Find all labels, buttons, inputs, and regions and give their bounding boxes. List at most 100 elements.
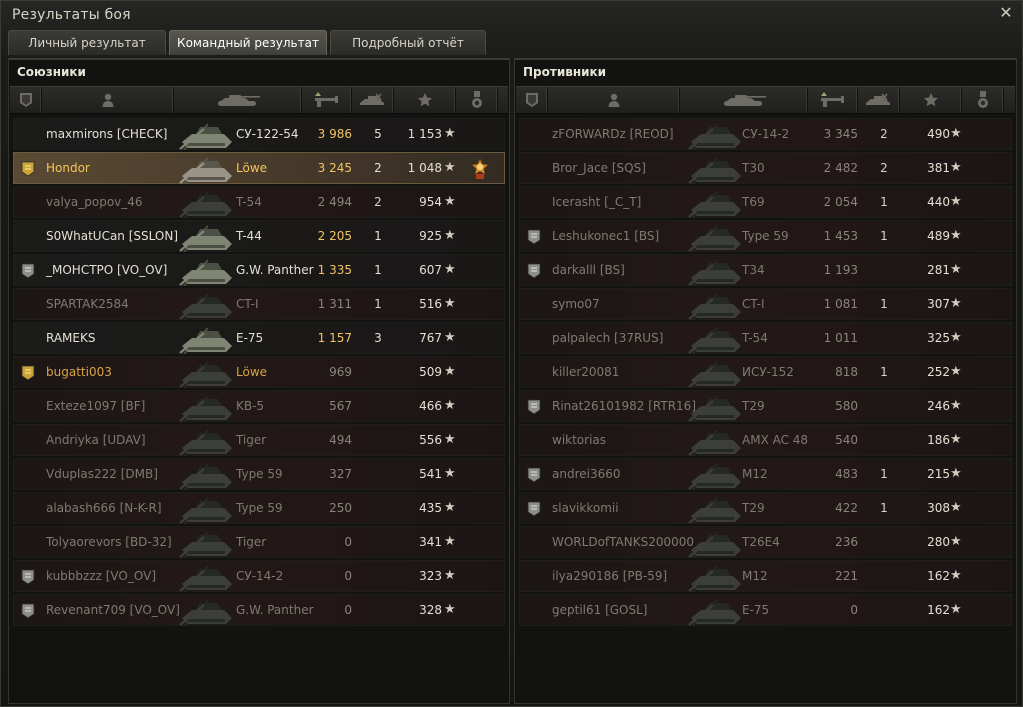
- enemy-player-row[interactable]: zFORWARDz [REOD] СУ-14-2 3 345 2 490 ★: [519, 118, 1012, 151]
- ally-player-row[interactable]: alabash666 [N-K-R] Type 59 250 435 ★: [13, 492, 505, 525]
- mastery-badge-icon: [527, 399, 541, 415]
- enemy-player-row[interactable]: darkalll [BS] T34 1 193 281 ★: [519, 254, 1012, 287]
- enemies-panel: Противники zFORWARDz [REOD] СУ-14-2 3 345 2…: [514, 58, 1017, 704]
- tab-personal-result[interactable]: Личный результат: [8, 30, 166, 55]
- allies-header-xp-star[interactable]: [394, 87, 456, 113]
- xp-value: 308: [927, 501, 950, 515]
- tank-image-icon: [178, 426, 236, 457]
- tank-name: CT-I: [742, 297, 765, 311]
- kills-value: 2: [880, 127, 888, 141]
- star-icon: ★: [444, 262, 456, 277]
- tank-name: T-44: [236, 229, 262, 243]
- close-icon[interactable]: ✕: [998, 5, 1014, 21]
- damage-value: 1 335: [317, 263, 352, 277]
- player-name: ilya290186 [PB-59]: [552, 569, 668, 583]
- damage-value: 1 311: [317, 297, 352, 311]
- enemies-header-medal[interactable]: [962, 87, 1004, 113]
- damage-value: 540: [835, 433, 858, 447]
- tab-bar: Личный результат Командный результат Под…: [8, 30, 489, 55]
- tank-image-icon: [687, 494, 745, 525]
- enemies-header-kills[interactable]: [858, 87, 900, 113]
- enemies-header-rank[interactable]: [516, 87, 548, 113]
- enemies-header-player[interactable]: [548, 87, 680, 113]
- ally-player-row[interactable]: valya_popov_46 T-54 2 494 2 954 ★: [13, 186, 505, 219]
- damage-value: 567: [329, 399, 352, 413]
- tank-image-icon: [178, 154, 236, 185]
- tank-name: AMX AC 48: [742, 433, 809, 447]
- tank-name: G.W. Panther: [236, 263, 314, 277]
- star-icon: ★: [950, 602, 962, 617]
- enemy-player-row[interactable]: killer20081 ИСУ-152 818 1 252 ★: [519, 356, 1012, 389]
- platoon-badge-icon: [21, 365, 35, 381]
- allies-header-tank[interactable]: [174, 87, 302, 113]
- enemy-player-row[interactable]: Rinat26101982 [RTR16] T29 580 246 ★: [519, 390, 1012, 423]
- xp-value: 162: [927, 569, 950, 583]
- ally-player-row[interactable]: Hondor Löwe 3 245 2 1 048 ★: [13, 152, 505, 185]
- enemy-player-row[interactable]: andrei3660 M12 483 1 215 ★: [519, 458, 1012, 491]
- ally-player-row[interactable]: Revenant709 [VO_OV] G.W. Panther 0 328 ★: [13, 594, 505, 627]
- ally-player-row[interactable]: Andriyka [UDAV] Tiger 494 556 ★: [13, 424, 505, 457]
- damage-value: 3 986: [317, 127, 352, 141]
- ally-player-row[interactable]: Tolyaorevors [BD-32] Tiger 0 341 ★: [13, 526, 505, 559]
- ally-player-row[interactable]: _MOHCTPO [VO_OV] G.W. Panther 1 335 1 607 ★: [13, 254, 505, 287]
- damage-value: 2 054: [823, 195, 858, 209]
- ally-player-row[interactable]: S0WhatUCan [SSLON] T-44 2 205 1 925 ★: [13, 220, 505, 253]
- enemy-player-row[interactable]: Leshukonec1 [BS] Type 59 1 453 1 489 ★: [519, 220, 1012, 253]
- xp-value: 541: [419, 467, 442, 481]
- enemy-player-row[interactable]: slavikkomii T29 422 1 308 ★: [519, 492, 1012, 525]
- tank-image-icon: [687, 324, 745, 355]
- tab-team-result[interactable]: Командный результат: [169, 30, 327, 55]
- xp-value: 252: [927, 365, 950, 379]
- allies-header-kills[interactable]: [352, 87, 394, 113]
- tank-image-icon: [178, 256, 236, 287]
- title-bar: Результаты боя ✕: [1, 1, 1022, 29]
- medal-icon[interactable]: [470, 158, 490, 180]
- star-icon: ★: [444, 330, 456, 345]
- player-name: valya_popov_46: [46, 195, 143, 209]
- damage-value: 2 205: [317, 229, 352, 243]
- tab-detailed-report[interactable]: Подробный отчёт: [330, 30, 486, 55]
- ally-player-row[interactable]: Exteze1097 [BF] KB-5 567 466 ★: [13, 390, 505, 423]
- tank-image-icon: [687, 290, 745, 321]
- enemies-header-tank[interactable]: [680, 87, 808, 113]
- mastery-badge-icon: [527, 263, 541, 279]
- damage-value: 2 482: [823, 161, 858, 175]
- tank-image-icon: [687, 596, 745, 627]
- enemy-player-row[interactable]: Bror_Jace [SQS] T30 2 482 2 381 ★: [519, 152, 1012, 185]
- enemy-player-row[interactable]: wiktorias AMX AC 48 540 186 ★: [519, 424, 1012, 457]
- enemies-header-damage[interactable]: [808, 87, 858, 113]
- player-name: zFORWARDz [REOD]: [552, 127, 674, 141]
- star-icon: ★: [444, 228, 456, 243]
- xp-value: 162: [927, 603, 950, 617]
- ally-player-row[interactable]: Vduplas222 [DMB] Type 59 327 541 ★: [13, 458, 505, 491]
- enemy-player-row[interactable]: Icerasht [_C_T] T69 2 054 1 440 ★: [519, 186, 1012, 219]
- enemy-player-row[interactable]: symo07 CT-I 1 081 1 307 ★: [519, 288, 1012, 321]
- damage-value: 969: [329, 365, 352, 379]
- xp-value: 280: [927, 535, 950, 549]
- ally-player-row[interactable]: SPARTAK2584 CT-I 1 311 1 516 ★: [13, 288, 505, 321]
- ally-player-row[interactable]: bugatti003 Löwe 969 509 ★: [13, 356, 505, 389]
- enemy-player-row[interactable]: ilya290186 [PB-59] M12 221 162 ★: [519, 560, 1012, 593]
- allies-header-player[interactable]: [42, 87, 174, 113]
- player-name: wiktorias: [552, 433, 607, 447]
- enemy-player-row[interactable]: geptil61 [GOSL] E-75 0 162 ★: [519, 594, 1012, 627]
- enemy-player-row[interactable]: palpalech [37RUS] T-54 1 011 325 ★: [519, 322, 1012, 355]
- xp-value: 516: [419, 297, 442, 311]
- enemies-header-xp-star[interactable]: [900, 87, 962, 113]
- player-name: Tolyaorevors [BD-32]: [46, 535, 172, 549]
- damage-value: 1 011: [823, 331, 858, 345]
- damage-value: 0: [850, 603, 858, 617]
- xp-value: 509: [419, 365, 442, 379]
- kills-value: 2: [374, 195, 382, 209]
- tank-image-icon: [178, 494, 236, 525]
- allies-header-damage[interactable]: [302, 87, 352, 113]
- mastery-badge-icon: [21, 603, 35, 619]
- allies-header-rank[interactable]: [10, 87, 42, 113]
- tank-image-icon: [687, 562, 745, 593]
- allies-header-medal[interactable]: [456, 87, 498, 113]
- ally-player-row[interactable]: maxmirons [CHECK] СУ-122-54 3 986 5 1 153 ★: [13, 118, 505, 151]
- ally-player-row[interactable]: kubbbzzz [VO_OV] СУ-14-2 0 323 ★: [13, 560, 505, 593]
- enemy-player-row[interactable]: WORLDofTANKS200000 T26E4 236 280 ★: [519, 526, 1012, 559]
- ally-player-row[interactable]: RAMEKS E-75 1 157 3 767 ★: [13, 322, 505, 355]
- xp-value: 489: [927, 229, 950, 243]
